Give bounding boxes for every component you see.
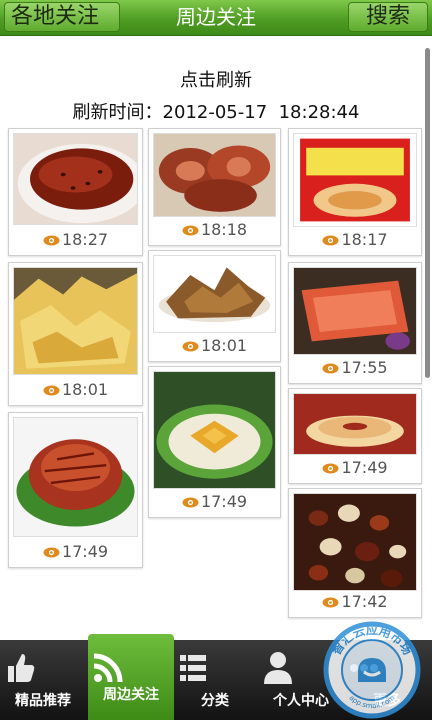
- food-photo: [293, 493, 417, 591]
- feed-card[interactable]: 17:49: [288, 388, 422, 484]
- person-icon: [264, 652, 292, 684]
- feed-card[interactable]: 18:27: [8, 128, 143, 256]
- feed-card[interactable]: 18:01: [148, 250, 281, 362]
- eye-icon: [43, 547, 60, 558]
- scrollbar[interactable]: [425, 48, 430, 378]
- thumbs-up-icon: [8, 654, 35, 682]
- nav-tab-nearby[interactable]: 周边关注: [88, 634, 174, 720]
- refresh-time: 刷新时间：2012-05-17 18:28:44: [72, 102, 360, 123]
- eye-icon: [182, 341, 199, 352]
- post-time: 17:49: [149, 491, 280, 513]
- food-photo: [153, 255, 276, 333]
- nav-tab-recommend[interactable]: 精品推荐: [0, 640, 86, 720]
- feed-card[interactable]: 18:17: [288, 128, 422, 256]
- food-photo: [153, 371, 276, 489]
- post-time: 18:18: [149, 219, 280, 241]
- eye-icon: [182, 497, 199, 508]
- post-time: 18:01: [9, 379, 142, 401]
- post-time: 17:49: [289, 457, 421, 479]
- refresh-button[interactable]: 点击刷新: [0, 66, 432, 92]
- food-photo: [13, 417, 138, 537]
- food-photo: [293, 133, 417, 227]
- region-follow-button[interactable]: 各地关注: [4, 2, 120, 32]
- post-time: 18:27: [9, 229, 142, 251]
- post-time: 17:55: [289, 357, 421, 379]
- feed-card[interactable]: 17:42: [288, 488, 422, 618]
- page-title: 周边关注: [176, 5, 256, 29]
- top-bar: 各地关注 周边关注 搜索: [0, 0, 432, 36]
- eye-icon: [322, 597, 339, 608]
- food-photo: [13, 133, 138, 225]
- eye-icon: [322, 363, 339, 374]
- food-photo: [13, 267, 138, 375]
- eye-icon: [43, 235, 60, 246]
- app-screen: 各地关注 周边关注 搜索 点击刷新 刷新时间：2012-05-17 18:28:…: [0, 0, 432, 720]
- feed-card[interactable]: 17:55: [288, 262, 422, 384]
- search-button[interactable]: 搜索: [348, 2, 428, 32]
- food-photo: [153, 133, 276, 217]
- list-icon: [180, 655, 206, 681]
- post-time: 18:17: [289, 229, 421, 251]
- post-time: 18:01: [149, 335, 280, 357]
- post-time: 17:49: [9, 541, 142, 563]
- post-time: 17:42: [289, 591, 421, 613]
- eye-icon: [322, 235, 339, 246]
- feed-card[interactable]: 17:49: [148, 366, 281, 518]
- food-photo: [293, 393, 417, 455]
- eye-icon: [182, 225, 199, 236]
- eye-icon: [43, 385, 60, 396]
- rss-icon: [93, 653, 123, 683]
- feed-card[interactable]: 18:18: [148, 128, 281, 246]
- feed-card[interactable]: 17:49: [8, 412, 143, 568]
- food-photo: [293, 267, 417, 355]
- app-store-watermark: 智汇云应用市场 app.smail.com: [323, 621, 421, 719]
- feed-card[interactable]: 18:01: [8, 262, 143, 406]
- nav-tab-category[interactable]: 分类: [172, 640, 258, 720]
- eye-icon: [322, 463, 339, 474]
